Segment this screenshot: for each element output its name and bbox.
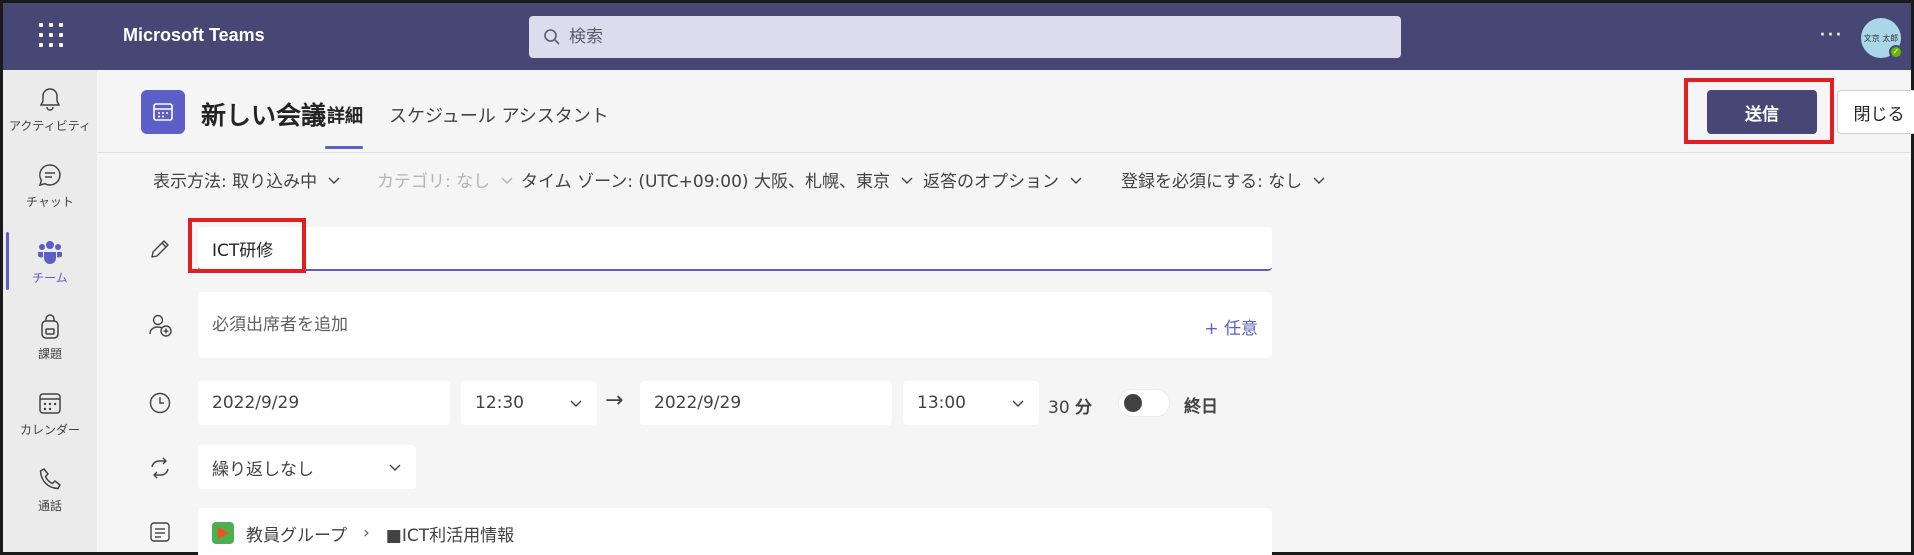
category-dropdown[interactable]: カテゴリ: なし [377, 167, 514, 192]
start-date-value: 2022/9/29 [212, 393, 300, 413]
repeat-icon [151, 457, 169, 479]
close-button[interactable]: 閉じる [1837, 90, 1914, 134]
avatar[interactable]: 文京 太郎 ✓ [1861, 18, 1903, 59]
presence-available-icon: ✓ [1889, 45, 1903, 59]
chevron-right-icon: › [362, 523, 370, 543]
rail-item-assignments[interactable]: 課題 [3, 300, 97, 374]
rail-label: カレンダー [19, 422, 80, 437]
add-person-icon [149, 314, 172, 337]
all-day-label: 終日 [1184, 397, 1218, 417]
chat-icon [38, 163, 61, 186]
avatar-initials: 文京 太郎 [1863, 33, 1899, 43]
backpack-icon [41, 313, 59, 339]
rail-label: 通話 [37, 498, 62, 513]
pencil-icon [151, 240, 169, 258]
rail-item-teams[interactable]: チーム [3, 224, 97, 298]
category-label: カテゴリ: なし [377, 172, 491, 192]
meeting-header: 新しい会議 詳細 スケジュール アシスタント 送信 閉じる [97, 70, 1914, 150]
meeting-form-pane: 新しい会議 詳細 スケジュール アシスタント 送信 閉じる 表示方法: 取り込み… [97, 70, 1914, 555]
header-divider [97, 152, 1911, 153]
search-icon [544, 29, 560, 45]
app-rail: アクティビティ チャット チーム 課題 カレンダー 通話 [3, 70, 97, 552]
chevron-down-icon [389, 464, 401, 471]
app-title: Microsoft Teams [123, 25, 265, 45]
timezone-dropdown[interactable]: タイム ゾーン: (UTC+09:00) 大阪、札幌、東京 [521, 167, 914, 192]
title-field-highlight [188, 218, 306, 273]
end-time-value: 13:00 [917, 393, 966, 413]
end-date-value: 2022/9/29 [654, 393, 742, 413]
duration-unit: 分 [1075, 398, 1093, 418]
start-date-picker[interactable]: 2022/9/29 [198, 381, 450, 425]
registration-dropdown[interactable]: 登録を必須にする: なし [1121, 167, 1326, 192]
page-title: 新しい会議 [201, 101, 327, 130]
app-launcher-icon[interactable] [39, 23, 63, 47]
search-input[interactable] [569, 27, 1369, 47]
registration-label: 登録を必須にする: なし [1121, 172, 1303, 192]
top-bar: Microsoft Teams ··· 文京 太郎 ✓ [3, 3, 1911, 70]
add-optional-attendee-link[interactable]: + 任意 [1204, 314, 1258, 339]
channel-name: ■ICT利活用情報 [385, 525, 515, 546]
duration-number: 30 [1048, 398, 1070, 418]
chevron-down-icon [901, 177, 913, 184]
channel-icon [150, 522, 170, 542]
end-time-picker[interactable]: 13:00 [903, 381, 1039, 425]
attendees-field[interactable]: + 任意 [198, 292, 1272, 358]
start-time-picker[interactable]: 12:30 [461, 381, 597, 425]
response-options-label: 返答のオプション [923, 172, 1059, 192]
meeting-title-input[interactable] [198, 227, 1272, 269]
attendees-input[interactable] [198, 292, 1098, 358]
clock-icon [149, 392, 171, 414]
tab-details[interactable]: 詳細 [327, 102, 363, 128]
more-options-icon[interactable]: ··· [1819, 23, 1843, 48]
tab-scheduling-assistant[interactable]: スケジュール アシスタント [389, 102, 609, 128]
rail-item-chat[interactable]: チャット [3, 148, 97, 222]
rail-label: チーム [32, 270, 68, 285]
channel-picker[interactable]: 教員グループ › ■ICT利活用情報 [198, 508, 1272, 555]
teams-icon [38, 240, 62, 264]
display-as-label: 表示方法: 取り込み中 [153, 172, 318, 192]
bell-icon [39, 87, 61, 111]
calendar-icon [39, 392, 61, 414]
chevron-down-icon [1313, 177, 1325, 184]
duration-label: 30 分 [1048, 393, 1092, 418]
display-as-dropdown[interactable]: 表示方法: 取り込み中 [153, 167, 341, 192]
calendar-badge-icon [141, 90, 185, 134]
chevron-down-icon [1070, 177, 1082, 184]
all-day-toggle[interactable] [1118, 389, 1170, 417]
chevron-down-icon [501, 177, 513, 184]
search-box[interactable] [529, 16, 1401, 58]
channel-team-name: 教員グループ [246, 525, 347, 546]
meeting-title-field[interactable] [198, 227, 1272, 271]
phone-icon [39, 467, 61, 489]
send-button-highlight [1684, 78, 1834, 144]
chevron-down-icon [570, 400, 582, 407]
end-date-picker[interactable]: 2022/9/29 [640, 381, 892, 425]
start-time-value: 12:30 [475, 393, 524, 413]
team-avatar-icon [212, 522, 234, 544]
rail-label: チャット [26, 194, 74, 209]
tab-active-indicator [325, 146, 363, 149]
rail-item-activity[interactable]: アクティビティ [3, 72, 97, 146]
repeat-dropdown[interactable]: 繰り返しなし [198, 445, 416, 489]
rail-label: アクティビティ [9, 118, 91, 133]
chevron-down-icon [328, 177, 340, 184]
arrow-right-icon: → [605, 388, 624, 413]
rail-label: 課題 [37, 346, 62, 361]
response-options-dropdown[interactable]: 返答のオプション [923, 167, 1083, 192]
toggle-knob [1124, 394, 1142, 412]
chevron-down-icon [1012, 400, 1024, 407]
timezone-label: タイム ゾーン: (UTC+09:00) 大阪、札幌、東京 [521, 172, 890, 192]
repeat-value: 繰り返しなし [212, 459, 314, 480]
rail-item-calendar[interactable]: カレンダー [3, 376, 97, 450]
rail-item-calls[interactable]: 通話 [3, 452, 97, 526]
